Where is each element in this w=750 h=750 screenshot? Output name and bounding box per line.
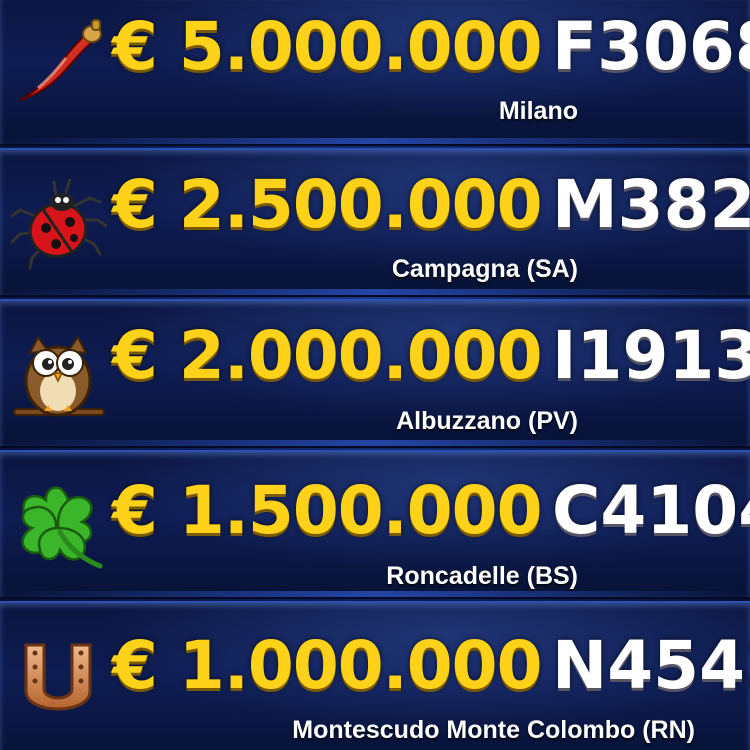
owl-icon bbox=[13, 335, 105, 417]
winner-row: € 5.000.000 F3068 Milano bbox=[0, 0, 750, 146]
chili-pepper-icon bbox=[19, 19, 102, 101]
horseshoe-icon bbox=[24, 643, 92, 711]
ticket-code: C4104 bbox=[552, 472, 750, 549]
prize-amount: € 1.500.000 bbox=[112, 472, 543, 549]
ticket-code: N4542 bbox=[552, 627, 750, 704]
prize-amount: € 5.000.000 bbox=[112, 8, 543, 85]
prize-amount: € 2.000.000 bbox=[112, 317, 543, 394]
ticket-code: F3068 bbox=[552, 8, 750, 85]
winner-row: € 2.000.000 I19137 Albuzzano (PV) bbox=[0, 299, 750, 448]
ladybug-icon bbox=[10, 178, 108, 270]
ticket-code: M3829 bbox=[552, 166, 750, 243]
winner-row: € 1.000.000 N4542 Montescudo Monte Colom… bbox=[0, 601, 750, 750]
winner-city: Albuzzano (PV) bbox=[396, 407, 578, 435]
winner-city: Milano bbox=[498, 97, 578, 125]
prize-amount: € 1.000.000 bbox=[112, 627, 543, 704]
winner-city: Montescudo Monte Colombo (RN) bbox=[292, 716, 695, 744]
winner-city: Campagna (SA) bbox=[391, 255, 578, 283]
winner-row: € 2.500.000 M3829 Campagna (SA) bbox=[0, 148, 750, 297]
prize-amount: € 2.500.000 bbox=[112, 166, 543, 243]
winner-city: Roncadelle (BS) bbox=[386, 562, 578, 590]
ticket-code: I19137 bbox=[552, 317, 750, 394]
winners-board: € 5.000.000 F3068 Milano bbox=[0, 0, 750, 750]
winner-row: € 1.500.000 C4104 Roncadelle (BS) bbox=[0, 450, 750, 599]
four-leaf-clover-icon bbox=[21, 486, 103, 569]
